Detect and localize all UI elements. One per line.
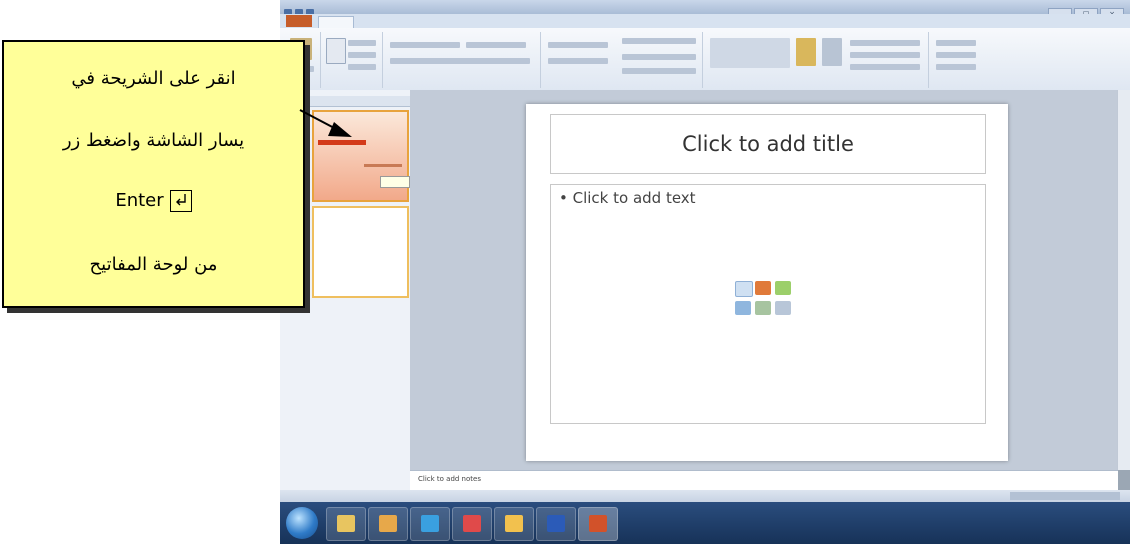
callout-line-2: يسار الشاشة واضغط زر [62,130,245,151]
slide-editing-area: Click to add title • Click to add text [410,90,1130,470]
bullets-row[interactable] [548,42,608,48]
shape-fill-row[interactable] [850,40,920,46]
tab-home[interactable] [318,16,354,28]
taskbar-paint[interactable] [494,507,534,541]
smartart-icon[interactable] [775,281,791,295]
file-tab[interactable] [286,15,312,27]
content-placeholder-text: • Click to add text [559,189,696,207]
taskbar-app[interactable] [452,507,492,541]
word-icon [547,515,565,532]
tab-view[interactable] [584,16,618,27]
thumbnail-tooltip [380,176,410,188]
instruction-callout: انقر على الشريحة في يسار الشاشة واضغط زر… [2,40,305,308]
content-placeholder[interactable]: • Click to add text [550,184,986,424]
tab-slides[interactable] [310,96,342,106]
tab-design[interactable] [394,16,428,27]
drawing-group [704,32,929,88]
windows-taskbar [280,502,1130,544]
tab-animations[interactable] [470,16,504,27]
app-icon [463,515,481,532]
shape-outline-row[interactable] [850,52,920,58]
callout-line-1: انقر على الشريحة في [71,68,236,89]
powerpoint-icon [589,515,607,532]
shape-effects-row[interactable] [850,64,920,70]
paragraph-group [542,32,703,88]
arrange-icon[interactable] [796,38,816,66]
quick-styles-icon[interactable] [822,38,842,66]
notes-placeholder: Click to add notes [418,475,481,483]
chart-icon[interactable] [755,281,771,295]
start-button[interactable] [286,507,318,539]
tab-slide-show[interactable] [508,16,542,27]
new-slide-icon[interactable] [326,38,346,64]
font-format-row[interactable] [390,58,530,64]
taskbar-media[interactable] [368,507,408,541]
zoom-slider[interactable] [1010,492,1120,500]
ribbon-tabs [280,14,1130,28]
layout-button[interactable] [348,40,376,46]
media-icon[interactable] [775,301,791,315]
shapes-gallery[interactable] [710,38,790,68]
align-text-row[interactable] [622,54,696,60]
callout-line-3: Enter [4,190,303,212]
taskbar-explorer[interactable] [326,507,366,541]
slide-thumbnail-2[interactable] [312,206,409,298]
table-icon[interactable] [735,281,753,297]
font-name-box[interactable] [390,42,460,48]
slide-thumbnail-1[interactable] [312,110,409,202]
taskbar-browser[interactable] [410,507,450,541]
status-bar [280,490,1130,502]
find-button[interactable] [936,40,976,46]
select-button[interactable] [936,64,976,70]
section-button[interactable] [348,64,376,70]
smartart-row[interactable] [622,68,696,74]
notes-pane[interactable]: Click to add notes [410,470,1118,491]
tab-insert[interactable] [356,16,390,27]
title-placeholder[interactable]: Click to add title [550,114,986,174]
clipart-icon[interactable] [755,301,771,315]
alignment-row[interactable] [548,58,608,64]
media-player-icon [379,515,397,532]
reset-button[interactable] [348,52,376,58]
tab-transitions[interactable] [432,16,466,27]
font-group [384,32,541,88]
paint-icon [505,515,523,532]
browser-icon [421,515,439,532]
text-direction-row[interactable] [622,38,696,44]
taskbar-powerpoint[interactable] [578,507,618,541]
slides-group [322,32,383,88]
ribbon [280,28,1130,91]
enter-key-label: Enter [115,190,164,211]
current-slide: Click to add title • Click to add text [526,104,1008,461]
picture-icon[interactable] [735,301,751,315]
thumbnail-subtitle-bar [364,164,402,167]
callout-line-4: من لوحة المفاتيح [89,254,218,275]
powerpoint-screenshot: –□× [280,0,1130,544]
title-bar: –□× [280,0,1130,21]
enter-key-icon [169,190,192,212]
editing-group [930,32,990,88]
replace-button[interactable] [936,52,976,58]
folder-icon [337,515,355,532]
font-size-box[interactable] [466,42,526,48]
quick-access-toolbar[interactable] [284,2,344,17]
tab-review[interactable] [546,16,580,27]
content-icons [735,281,795,321]
vertical-scrollbar[interactable] [1117,90,1130,470]
taskbar-word[interactable] [536,507,576,541]
thumbnail-title-bar [318,140,366,145]
